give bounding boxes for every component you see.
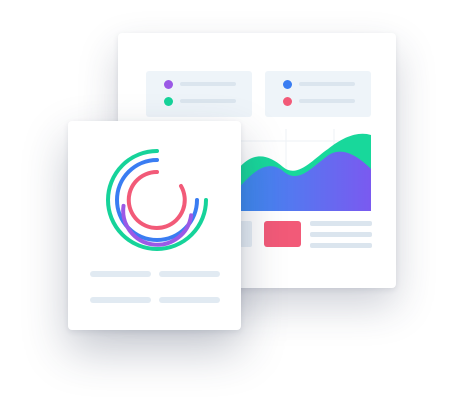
concentric-arc-chart-icon [106,149,208,251]
text-line [159,297,220,303]
report-front-card [68,121,241,330]
text-line [90,271,151,277]
legend-dot-purple [164,80,173,89]
legend-line [180,82,236,86]
legend-line [299,82,355,86]
legend-dot-blue [283,80,292,89]
legend-dot-pink [283,97,292,106]
mini-square-pink [264,221,301,247]
legend-box-left [146,71,252,117]
text-line [90,297,151,303]
detail-line [310,243,372,248]
arc-green [106,149,208,251]
detail-line [310,232,372,237]
text-line [159,271,220,277]
detail-line [310,221,372,226]
legend-line [299,99,355,103]
arc-pink [126,169,187,230]
mini-bar-faded [240,221,252,247]
legend-dot-green [164,97,173,106]
area-chart-icon [238,129,371,211]
legend-box-right [265,71,371,117]
legend-line [180,99,236,103]
